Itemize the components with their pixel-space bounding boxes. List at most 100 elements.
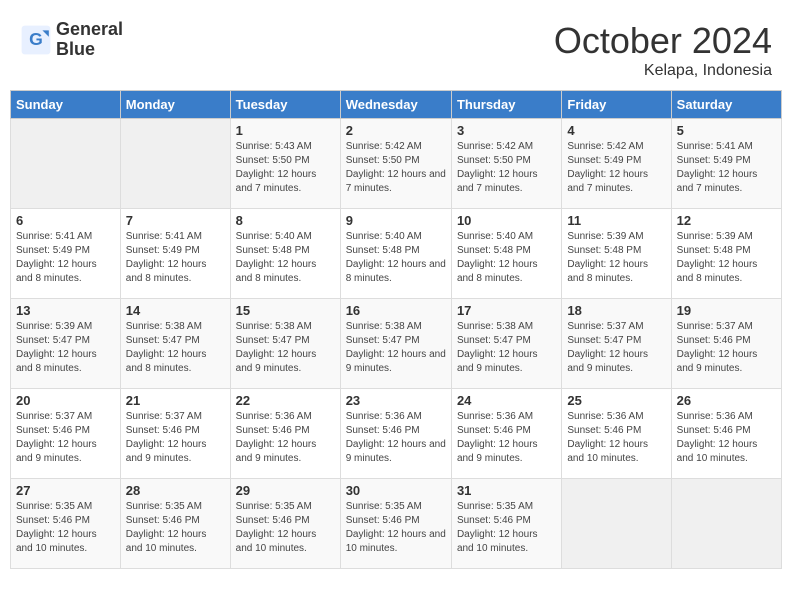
day-info: Sunrise: 5:35 AM Sunset: 5:46 PM Dayligh… [346, 500, 446, 556]
header-tuesday: Tuesday [230, 91, 340, 119]
header-wednesday: Wednesday [340, 91, 451, 119]
day-cell: 5 Sunrise: 5:41 AM Sunset: 5:49 PM Daylig… [671, 119, 781, 209]
day-info: Sunrise: 5:36 AM Sunset: 5:46 PM Dayligh… [346, 410, 446, 466]
day-number: 29 [236, 483, 335, 498]
logo-line2: Blue [56, 40, 123, 60]
day-cell [562, 479, 671, 569]
day-info: Sunrise: 5:43 AM Sunset: 5:50 PM Dayligh… [236, 140, 335, 196]
logo-icon: G [20, 24, 52, 56]
day-cell: 27 Sunrise: 5:35 AM Sunset: 5:46 PM Dayli… [11, 479, 121, 569]
day-info: Sunrise: 5:37 AM Sunset: 5:47 PM Dayligh… [567, 320, 665, 376]
day-info: Sunrise: 5:39 AM Sunset: 5:48 PM Dayligh… [677, 230, 776, 286]
week-row-2: 6 Sunrise: 5:41 AM Sunset: 5:49 PM Daylig… [11, 209, 782, 299]
day-cell: 15Sunrise: 5:38 AM Sunset: 5:47 PM Dayli… [230, 299, 340, 389]
day-cell: 29 Sunrise: 5:35 AM Sunset: 5:46 PM Dayli… [230, 479, 340, 569]
day-info: Sunrise: 5:40 AM Sunset: 5:48 PM Dayligh… [346, 230, 446, 286]
header-sunday: Sunday [11, 91, 121, 119]
day-cell: 28Sunrise: 5:35 AM Sunset: 5:46 PM Dayli… [120, 479, 230, 569]
day-cell [11, 119, 121, 209]
day-number: 23 [346, 393, 446, 408]
logo-line1: General [56, 20, 123, 40]
day-info: Sunrise: 5:39 AM Sunset: 5:47 PM Dayligh… [16, 320, 115, 376]
day-info: Sunrise: 5:41 AM Sunset: 5:49 PM Dayligh… [16, 230, 115, 286]
day-info: Sunrise: 5:38 AM Sunset: 5:47 PM Dayligh… [126, 320, 225, 376]
day-number: 11 [567, 213, 665, 228]
day-number: 27 [16, 483, 115, 498]
day-cell: 17 Sunrise: 5:38 AM Sunset: 5:47 PM Dayli… [451, 299, 561, 389]
day-info: Sunrise: 5:42 AM Sunset: 5:50 PM Dayligh… [457, 140, 556, 196]
day-cell: 1Sunrise: 5:43 AM Sunset: 5:50 PM Daylig… [230, 119, 340, 209]
day-cell: 18 Sunrise: 5:37 AM Sunset: 5:47 PM Dayli… [562, 299, 671, 389]
day-number: 26 [677, 393, 776, 408]
day-number: 2 [346, 123, 446, 138]
day-number: 14 [126, 303, 225, 318]
day-cell: 20 Sunrise: 5:37 AM Sunset: 5:46 PM Dayli… [11, 389, 121, 479]
title-area: October 2024 Kelapa, Indonesia [554, 20, 772, 80]
day-cell: 24 Sunrise: 5:36 AM Sunset: 5:46 PM Dayli… [451, 389, 561, 479]
day-info: Sunrise: 5:37 AM Sunset: 5:46 PM Dayligh… [126, 410, 225, 466]
day-number: 24 [457, 393, 556, 408]
day-number: 22 [236, 393, 335, 408]
day-cell: 14 Sunrise: 5:38 AM Sunset: 5:47 PM Dayli… [120, 299, 230, 389]
day-number: 17 [457, 303, 556, 318]
day-number: 8 [236, 213, 335, 228]
day-cell: 22 Sunrise: 5:36 AM Sunset: 5:46 PM Dayli… [230, 389, 340, 479]
day-number: 6 [16, 213, 115, 228]
day-number: 20 [16, 393, 115, 408]
header-row: SundayMondayTuesdayWednesdayThursdayFrid… [11, 91, 782, 119]
day-cell: 23 Sunrise: 5:36 AM Sunset: 5:46 PM Dayli… [340, 389, 451, 479]
day-cell: 6 Sunrise: 5:41 AM Sunset: 5:49 PM Daylig… [11, 209, 121, 299]
day-info: Sunrise: 5:42 AM Sunset: 5:50 PM Dayligh… [346, 140, 446, 196]
day-cell [120, 119, 230, 209]
day-cell: 9 Sunrise: 5:40 AM Sunset: 5:48 PM Daylig… [340, 209, 451, 299]
week-row-4: 20 Sunrise: 5:37 AM Sunset: 5:46 PM Dayli… [11, 389, 782, 479]
week-row-5: 27 Sunrise: 5:35 AM Sunset: 5:46 PM Dayli… [11, 479, 782, 569]
day-number: 3 [457, 123, 556, 138]
day-cell: 7Sunrise: 5:41 AM Sunset: 5:49 PM Daylig… [120, 209, 230, 299]
logo: G General Blue [20, 20, 123, 60]
day-cell: 21 Sunrise: 5:37 AM Sunset: 5:46 PM Dayli… [120, 389, 230, 479]
calendar-table: SundayMondayTuesdayWednesdayThursdayFrid… [10, 90, 782, 569]
day-info: Sunrise: 5:38 AM Sunset: 5:47 PM Dayligh… [346, 320, 446, 376]
day-info: Sunrise: 5:40 AM Sunset: 5:48 PM Dayligh… [236, 230, 335, 286]
header: G General Blue October 2024 Kelapa, Indo… [10, 10, 782, 85]
day-cell: 3 Sunrise: 5:42 AM Sunset: 5:50 PM Daylig… [451, 119, 561, 209]
day-number: 28 [126, 483, 225, 498]
day-info: Sunrise: 5:36 AM Sunset: 5:46 PM Dayligh… [457, 410, 556, 466]
day-number: 5 [677, 123, 776, 138]
day-info: Sunrise: 5:37 AM Sunset: 5:46 PM Dayligh… [16, 410, 115, 466]
day-number: 18 [567, 303, 665, 318]
day-cell: 12Sunrise: 5:39 AM Sunset: 5:48 PM Dayli… [671, 209, 781, 299]
day-info: Sunrise: 5:39 AM Sunset: 5:48 PM Dayligh… [567, 230, 665, 286]
header-monday: Monday [120, 91, 230, 119]
day-number: 13 [16, 303, 115, 318]
day-number: 25 [567, 393, 665, 408]
day-info: Sunrise: 5:36 AM Sunset: 5:46 PM Dayligh… [236, 410, 335, 466]
month-title: October 2024 [554, 20, 772, 62]
day-cell: 4Sunrise: 5:42 AM Sunset: 5:49 PM Daylig… [562, 119, 671, 209]
day-cell: 26 Sunrise: 5:36 AM Sunset: 5:46 PM Dayli… [671, 389, 781, 479]
day-number: 21 [126, 393, 225, 408]
week-row-3: 13 Sunrise: 5:39 AM Sunset: 5:47 PM Dayli… [11, 299, 782, 389]
day-info: Sunrise: 5:35 AM Sunset: 5:46 PM Dayligh… [236, 500, 335, 556]
day-cell: 31Sunrise: 5:35 AM Sunset: 5:46 PM Dayli… [451, 479, 561, 569]
day-number: 30 [346, 483, 446, 498]
day-info: Sunrise: 5:42 AM Sunset: 5:49 PM Dayligh… [567, 140, 665, 196]
day-number: 19 [677, 303, 776, 318]
header-friday: Friday [562, 91, 671, 119]
day-number: 7 [126, 213, 225, 228]
day-info: Sunrise: 5:36 AM Sunset: 5:46 PM Dayligh… [567, 410, 665, 466]
day-cell: 2 Sunrise: 5:42 AM Sunset: 5:50 PM Daylig… [340, 119, 451, 209]
day-cell: 11 Sunrise: 5:39 AM Sunset: 5:48 PM Dayli… [562, 209, 671, 299]
day-info: Sunrise: 5:38 AM Sunset: 5:47 PM Dayligh… [457, 320, 556, 376]
day-info: Sunrise: 5:35 AM Sunset: 5:46 PM Dayligh… [16, 500, 115, 556]
day-info: Sunrise: 5:36 AM Sunset: 5:46 PM Dayligh… [677, 410, 776, 466]
week-row-1: 1Sunrise: 5:43 AM Sunset: 5:50 PM Daylig… [11, 119, 782, 209]
day-cell: 19 Sunrise: 5:37 AM Sunset: 5:46 PM Dayli… [671, 299, 781, 389]
day-cell: 30 Sunrise: 5:35 AM Sunset: 5:46 PM Dayli… [340, 479, 451, 569]
day-cell: 10Sunrise: 5:40 AM Sunset: 5:48 PM Dayli… [451, 209, 561, 299]
day-info: Sunrise: 5:41 AM Sunset: 5:49 PM Dayligh… [677, 140, 776, 196]
day-number: 9 [346, 213, 446, 228]
day-number: 31 [457, 483, 556, 498]
day-info: Sunrise: 5:37 AM Sunset: 5:46 PM Dayligh… [677, 320, 776, 376]
